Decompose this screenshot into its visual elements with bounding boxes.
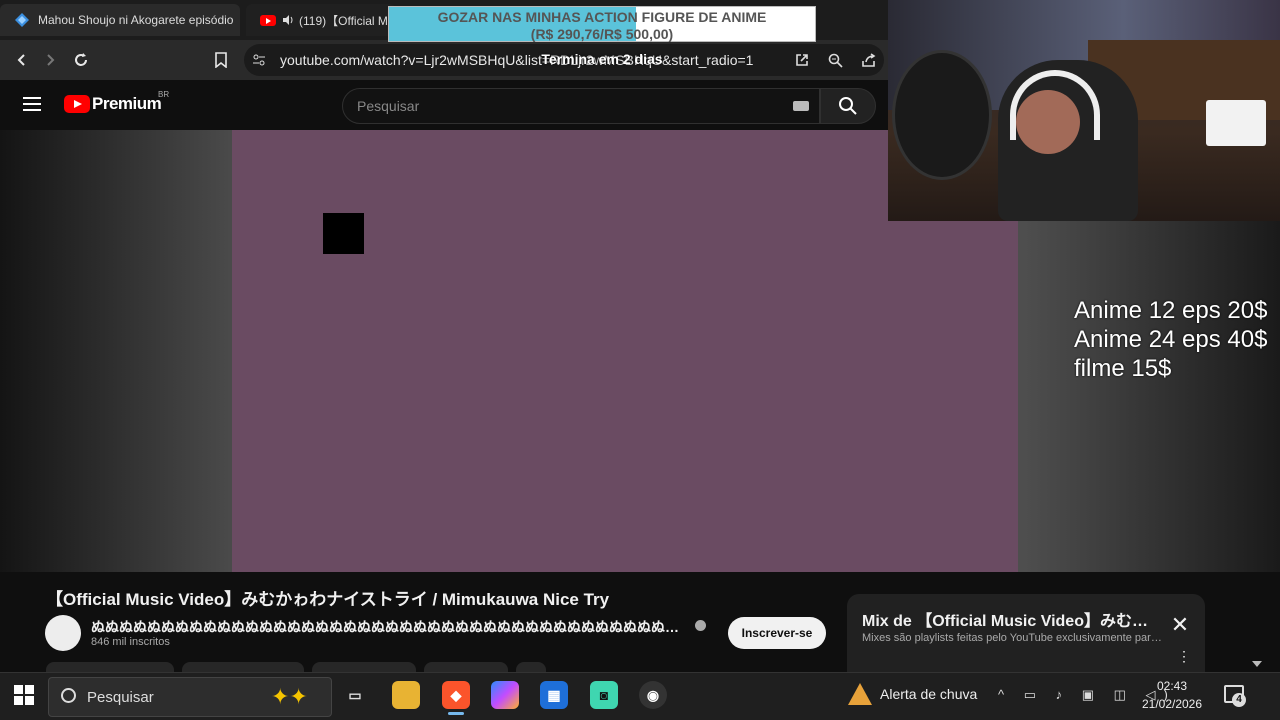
price-line: Anime 12 eps 20$ xyxy=(1074,297,1268,324)
diamond-icon xyxy=(15,13,29,27)
reload-button[interactable] xyxy=(69,48,93,72)
youtube-header: Premium BR Pesquisar xyxy=(0,80,888,130)
start-button[interactable] xyxy=(14,685,34,705)
search-placeholder: Pesquisar xyxy=(357,98,420,114)
menu-icon[interactable] xyxy=(23,97,41,111)
back-button[interactable] xyxy=(10,48,34,72)
mix-title[interactable]: Mix de 【Official Music Video】みむ… xyxy=(862,607,1162,631)
file-explorer-icon[interactable] xyxy=(392,681,420,709)
video-title: 【Official Music Video】みむかゎわナイストライ / Mimu… xyxy=(46,590,610,609)
verified-icon xyxy=(695,620,706,631)
warning-icon xyxy=(848,683,872,705)
obs-icon[interactable]: ◉ xyxy=(639,681,667,709)
zoom-icon[interactable] xyxy=(828,53,843,68)
like-button[interactable] xyxy=(46,662,174,672)
screen: Mahou Shoujo ni Akogarete episódio (119)… xyxy=(0,0,1280,720)
router-image xyxy=(1206,100,1266,146)
windows-taskbar: Pesquisar ✦✦ ▭ ◆ ▦ ◙ ◉ Alerta de chuva ^… xyxy=(0,672,1280,720)
price-line: filme 15$ xyxy=(1074,355,1172,382)
keyboard-icon[interactable] xyxy=(793,101,809,111)
clock[interactable]: 02:43 21/02/2026 xyxy=(1140,677,1204,713)
weather-text: Alerta de chuva xyxy=(880,686,978,702)
bookmark-icon xyxy=(215,52,227,68)
clock-time: 02:43 xyxy=(1156,679,1188,693)
speaker-icon[interactable] xyxy=(282,14,294,26)
subscribe-button[interactable]: Inscrever-se xyxy=(728,617,826,649)
chevron-down-icon[interactable] xyxy=(1251,660,1263,668)
fan-image xyxy=(892,50,992,180)
more-options-icon[interactable]: ⋮ xyxy=(1177,649,1191,663)
microsoft-store-icon[interactable]: ▦ xyxy=(540,681,568,709)
youtube-icon xyxy=(260,14,276,26)
share-button[interactable] xyxy=(182,662,304,672)
goal-deadline: Termina em 2 dias xyxy=(541,51,663,67)
donation-goal-widget: GOZAR NAS MINHAS ACTION FIGURE DE ANIME … xyxy=(388,6,816,67)
back-arrow-icon xyxy=(17,54,25,66)
app-icon[interactable]: ◙ xyxy=(590,681,618,709)
forward-button[interactable] xyxy=(38,48,62,72)
forward-arrow-icon xyxy=(47,54,55,66)
site-settings-icon[interactable] xyxy=(252,53,266,67)
goal-title: GOZAR NAS MINHAS ACTION FIGURE DE ANIME xyxy=(437,9,767,25)
brave-browser-icon[interactable]: ◆ xyxy=(442,681,470,715)
goal-text: GOZAR NAS MINHAS ACTION FIGURE DE ANIME … xyxy=(389,9,815,43)
clock-date: 21/02/2026 xyxy=(1141,697,1203,711)
share-icon[interactable] xyxy=(861,53,876,68)
price-line: Anime 24 eps 40$ xyxy=(1074,326,1268,353)
channel-name[interactable]: ぬぬぬぬぬぬぬぬぬぬぬぬぬぬぬぬぬぬぬぬぬぬぬぬぬぬぬぬぬぬぬぬぬぬぬぬぬぬぬぬ… xyxy=(91,617,687,637)
download-button[interactable] xyxy=(312,662,416,672)
tab-label: (119)【Official Mu xyxy=(299,13,395,28)
subscriber-count: 846 mil inscritos xyxy=(91,636,170,648)
video-black-square xyxy=(323,213,364,254)
weather-widget[interactable]: Alerta de chuva xyxy=(848,683,977,705)
youtube-logo-icon xyxy=(64,95,90,113)
taskbar-search-placeholder: Pesquisar xyxy=(87,689,154,706)
price-list: Anime 12 eps 20$ Anime 24 eps 40$ filme … xyxy=(1074,296,1267,383)
more-actions-button[interactable] xyxy=(516,662,546,672)
tab-mahou-shoujo[interactable]: Mahou Shoujo ni Akogarete episódio xyxy=(0,4,240,36)
mix-subtitle: Mixes são playlists feitas pelo YouTube … xyxy=(862,632,1162,644)
bookmark-button[interactable] xyxy=(209,48,233,72)
channel-avatar[interactable] xyxy=(45,615,81,651)
taskbar-search-input[interactable]: Pesquisar ✦✦ xyxy=(48,677,332,717)
search-button[interactable] xyxy=(820,88,876,124)
copilot-icon[interactable] xyxy=(491,681,519,709)
logo-text: Premium xyxy=(92,94,162,113)
webcam-feed xyxy=(888,0,1280,221)
mix-playlist-panel: Mix de 【Official Music Video】みむ… Mixes s… xyxy=(847,594,1205,672)
sparkle-icon: ✦✦ xyxy=(271,684,308,709)
region-label: BR xyxy=(158,90,170,99)
tab-label: Mahou Shoujo ni Akogarete episódio xyxy=(38,13,234,27)
youtube-premium-logo[interactable]: Premium BR xyxy=(64,90,169,114)
tab-youtube[interactable]: (119)【Official Mu xyxy=(246,4,396,36)
reload-icon xyxy=(75,53,87,66)
search-input[interactable]: Pesquisar xyxy=(342,88,820,124)
close-icon[interactable]: ✕ xyxy=(1169,614,1191,636)
notification-badge: 4 xyxy=(1232,693,1246,707)
save-button[interactable] xyxy=(424,662,508,672)
search-icon xyxy=(839,97,857,115)
task-view-icon[interactable]: ▭ xyxy=(341,681,369,709)
goal-amount: (R$ 290,76/R$ 500,00) xyxy=(530,26,674,42)
search-icon xyxy=(61,688,76,703)
